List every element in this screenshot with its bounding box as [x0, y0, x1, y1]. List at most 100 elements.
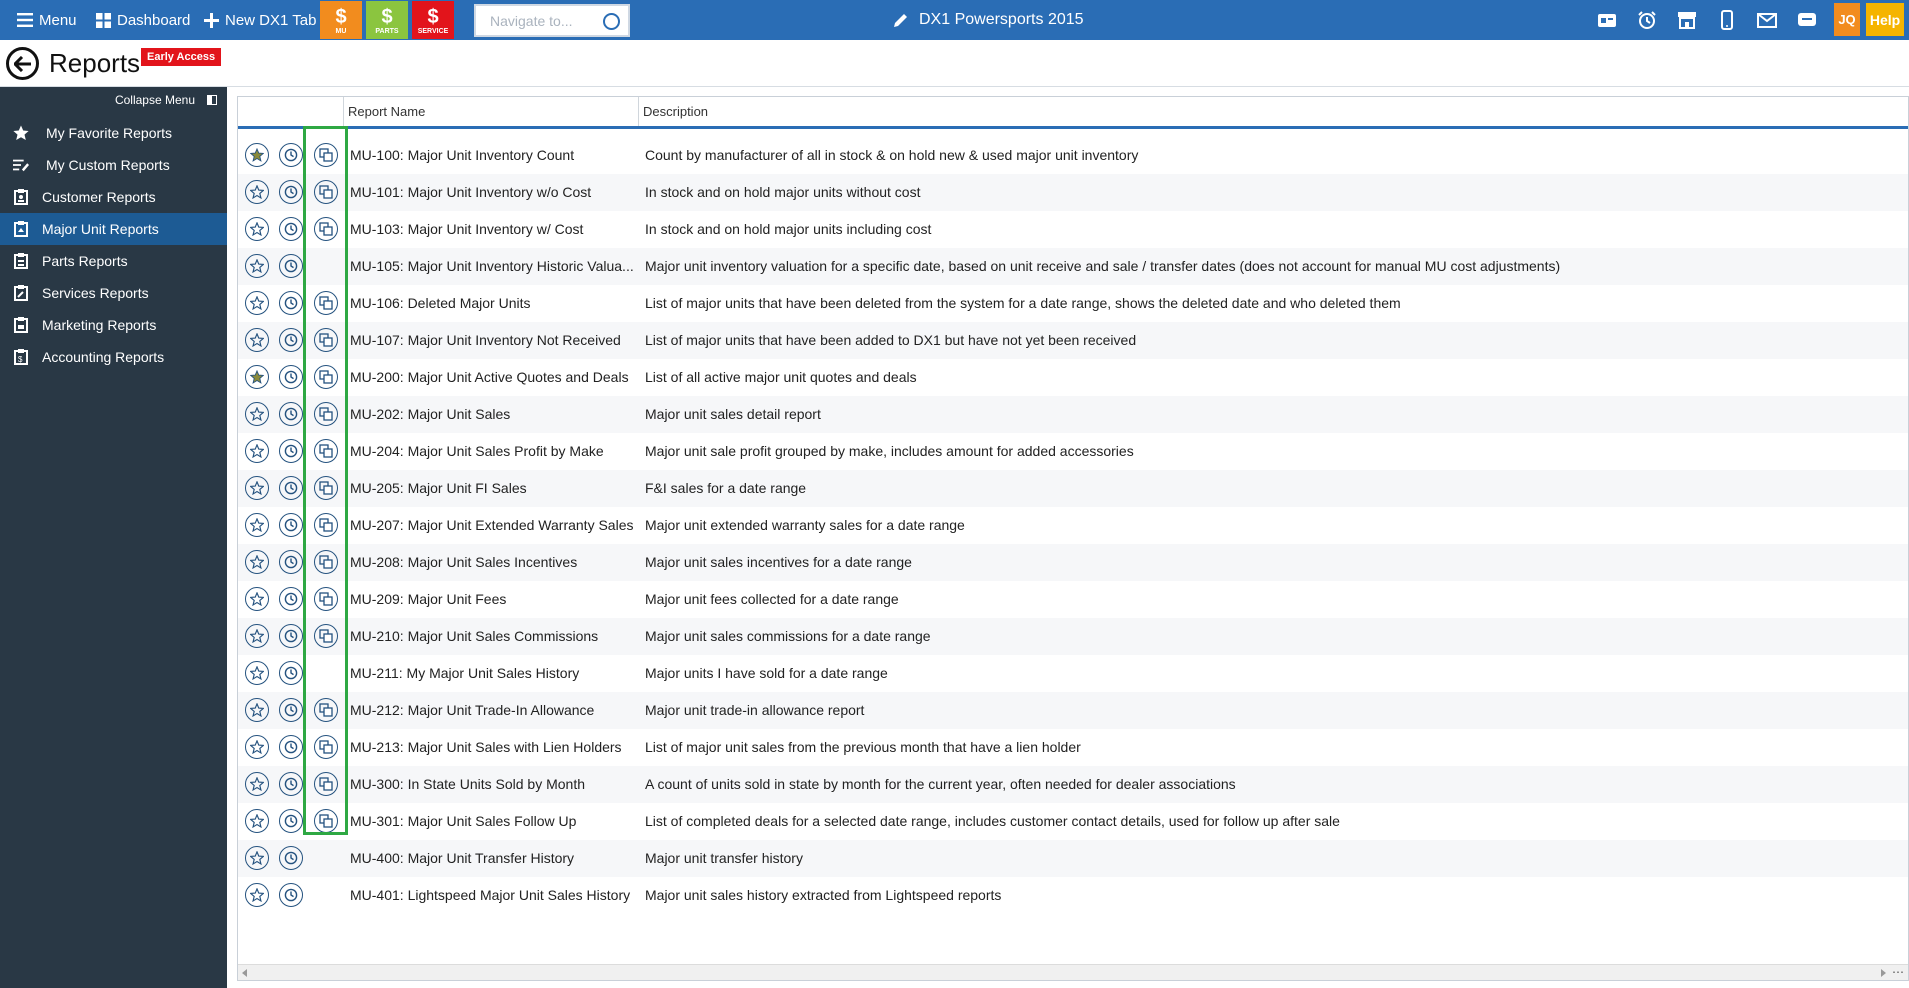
clock-icon[interactable] — [279, 476, 303, 500]
copy-icon[interactable] — [314, 217, 338, 241]
report-name[interactable]: MU-213: Major Unit Sales with Lien Holde… — [350, 739, 634, 755]
copy-icon[interactable] — [314, 328, 338, 352]
table-row[interactable]: MU-107: Major Unit Inventory Not Receive… — [238, 322, 1908, 359]
copy-icon[interactable] — [314, 291, 338, 315]
clock-icon[interactable] — [279, 698, 303, 722]
scroll-left-icon[interactable] — [242, 969, 247, 977]
table-row[interactable]: MU-202: Major Unit Sales Major unit sales… — [238, 396, 1908, 433]
copy-icon[interactable] — [314, 476, 338, 500]
report-name[interactable]: MU-205: Major Unit FI Sales — [350, 480, 634, 496]
copy-icon[interactable] — [314, 439, 338, 463]
column-header-description[interactable]: Description — [638, 97, 1908, 126]
report-name[interactable]: MU-301: Major Unit Sales Follow Up — [350, 813, 634, 829]
compass-icon[interactable] — [603, 13, 620, 30]
horizontal-scrollbar[interactable]: ⋯ — [238, 964, 1908, 980]
clock-icon[interactable] — [279, 735, 303, 759]
report-name[interactable]: MU-100: Major Unit Inventory Count — [350, 147, 634, 163]
table-row[interactable]: MU-101: Major Unit Inventory w/o Cost In … — [238, 174, 1908, 211]
star-icon[interactable] — [245, 328, 269, 352]
report-name[interactable]: MU-107: Major Unit Inventory Not Receive… — [350, 332, 634, 348]
sidebar-item-custom-reports[interactable]: My Custom Reports — [0, 149, 227, 181]
clock-icon[interactable] — [279, 180, 303, 204]
copy-icon[interactable] — [314, 587, 338, 611]
sidebar-item-services-reports[interactable]: Services Reports — [0, 277, 227, 309]
report-name[interactable]: MU-207: Major Unit Extended Warranty Sal… — [350, 517, 634, 533]
report-name[interactable]: MU-400: Major Unit Transfer History — [350, 850, 634, 866]
copy-icon[interactable] — [314, 365, 338, 389]
copy-icon[interactable] — [314, 513, 338, 537]
clock-icon[interactable] — [279, 883, 303, 907]
sidebar-item-marketing-reports[interactable]: Marketing Reports — [0, 309, 227, 341]
copy-icon[interactable] — [314, 772, 338, 796]
star-icon[interactable] — [245, 476, 269, 500]
clock-icon[interactable] — [279, 661, 303, 685]
mail-icon[interactable] — [1756, 10, 1778, 30]
dealership-icon[interactable] — [1596, 10, 1618, 30]
clock-icon[interactable] — [279, 291, 303, 315]
sidebar-item-parts-reports[interactable]: Parts Reports — [0, 245, 227, 277]
more-icon[interactable]: ⋯ — [1892, 965, 1904, 979]
star-icon[interactable] — [245, 883, 269, 907]
mobile-icon[interactable] — [1716, 10, 1738, 30]
clock-icon[interactable] — [279, 217, 303, 241]
alarm-clock-icon[interactable] — [1636, 10, 1658, 30]
table-row[interactable]: MU-106: Deleted Major Units List of major… — [238, 285, 1908, 322]
report-name[interactable]: MU-106: Deleted Major Units — [350, 295, 634, 311]
table-row[interactable]: MU-300: In State Units Sold by Month A co… — [238, 766, 1908, 803]
copy-icon[interactable] — [314, 180, 338, 204]
report-name[interactable]: MU-300: In State Units Sold by Month — [350, 776, 634, 792]
clock-icon[interactable] — [279, 328, 303, 352]
table-row[interactable]: MU-211: My Major Unit Sales History Major… — [238, 655, 1908, 692]
star-icon[interactable] — [245, 698, 269, 722]
quick-service-button[interactable]: $ SERVICE — [412, 1, 454, 39]
report-name[interactable]: MU-401: Lightspeed Major Unit Sales Hist… — [350, 887, 634, 903]
menu-button[interactable]: Menu — [17, 0, 77, 40]
report-name[interactable]: MU-208: Major Unit Sales Incentives — [350, 554, 634, 570]
report-name[interactable]: MU-209: Major Unit Fees — [350, 591, 634, 607]
report-name[interactable]: MU-103: Major Unit Inventory w/ Cost — [350, 221, 634, 237]
star-icon[interactable] — [245, 550, 269, 574]
new-tab-button[interactable]: New DX1 Tab — [204, 0, 316, 40]
report-name[interactable]: MU-200: Major Unit Active Quotes and Dea… — [350, 369, 634, 385]
copy-icon[interactable] — [314, 624, 338, 648]
table-row[interactable]: MU-400: Major Unit Transfer History Major… — [238, 840, 1908, 877]
table-row[interactable]: MU-204: Major Unit Sales Profit by Make M… — [238, 433, 1908, 470]
table-row[interactable]: MU-207: Major Unit Extended Warranty Sal… — [238, 507, 1908, 544]
star-icon[interactable] — [245, 217, 269, 241]
clock-icon[interactable] — [279, 846, 303, 870]
report-name[interactable]: MU-202: Major Unit Sales — [350, 406, 634, 422]
star-icon[interactable] — [245, 661, 269, 685]
copy-icon[interactable] — [314, 402, 338, 426]
clock-icon[interactable] — [279, 624, 303, 648]
quick-mu-button[interactable]: $ MU — [320, 1, 362, 39]
report-name[interactable]: MU-211: My Major Unit Sales History — [350, 665, 634, 681]
star-filled-icon[interactable] — [245, 143, 269, 167]
sidebar-item-major-unit-reports[interactable]: Major Unit Reports — [0, 213, 227, 245]
back-button[interactable] — [6, 47, 39, 80]
table-row[interactable]: MU-210: Major Unit Sales Commissions Majo… — [238, 618, 1908, 655]
report-name[interactable]: MU-105: Major Unit Inventory Historic Va… — [350, 258, 634, 274]
sidebar-item-favorite-reports[interactable]: My Favorite Reports — [0, 117, 227, 149]
collapse-menu-button[interactable]: Collapse Menu — [115, 93, 217, 107]
star-icon[interactable] — [245, 735, 269, 759]
clock-icon[interactable] — [279, 439, 303, 463]
report-name[interactable]: MU-212: Major Unit Trade-In Allowance — [350, 702, 634, 718]
copy-icon[interactable] — [314, 809, 338, 833]
table-row[interactable]: MU-200: Major Unit Active Quotes and Dea… — [238, 359, 1908, 396]
dashboard-button[interactable]: Dashboard — [96, 0, 190, 40]
help-button[interactable]: Help — [1866, 3, 1904, 36]
star-icon[interactable] — [245, 624, 269, 648]
user-avatar[interactable]: JQ — [1834, 3, 1860, 36]
star-icon[interactable] — [245, 513, 269, 537]
quick-parts-button[interactable]: $ PARTS — [366, 1, 408, 39]
table-row[interactable]: MU-105: Major Unit Inventory Historic Va… — [238, 248, 1908, 285]
table-row[interactable]: MU-208: Major Unit Sales Incentives Major… — [238, 544, 1908, 581]
copy-icon[interactable] — [314, 143, 338, 167]
star-icon[interactable] — [245, 439, 269, 463]
report-name[interactable]: MU-101: Major Unit Inventory w/o Cost — [350, 184, 634, 200]
store-icon[interactable] — [1676, 10, 1698, 30]
clock-icon[interactable] — [279, 254, 303, 278]
table-row[interactable]: MU-209: Major Unit Fees Major unit fees c… — [238, 581, 1908, 618]
clock-icon[interactable] — [279, 402, 303, 426]
report-name[interactable]: MU-204: Major Unit Sales Profit by Make — [350, 443, 634, 459]
